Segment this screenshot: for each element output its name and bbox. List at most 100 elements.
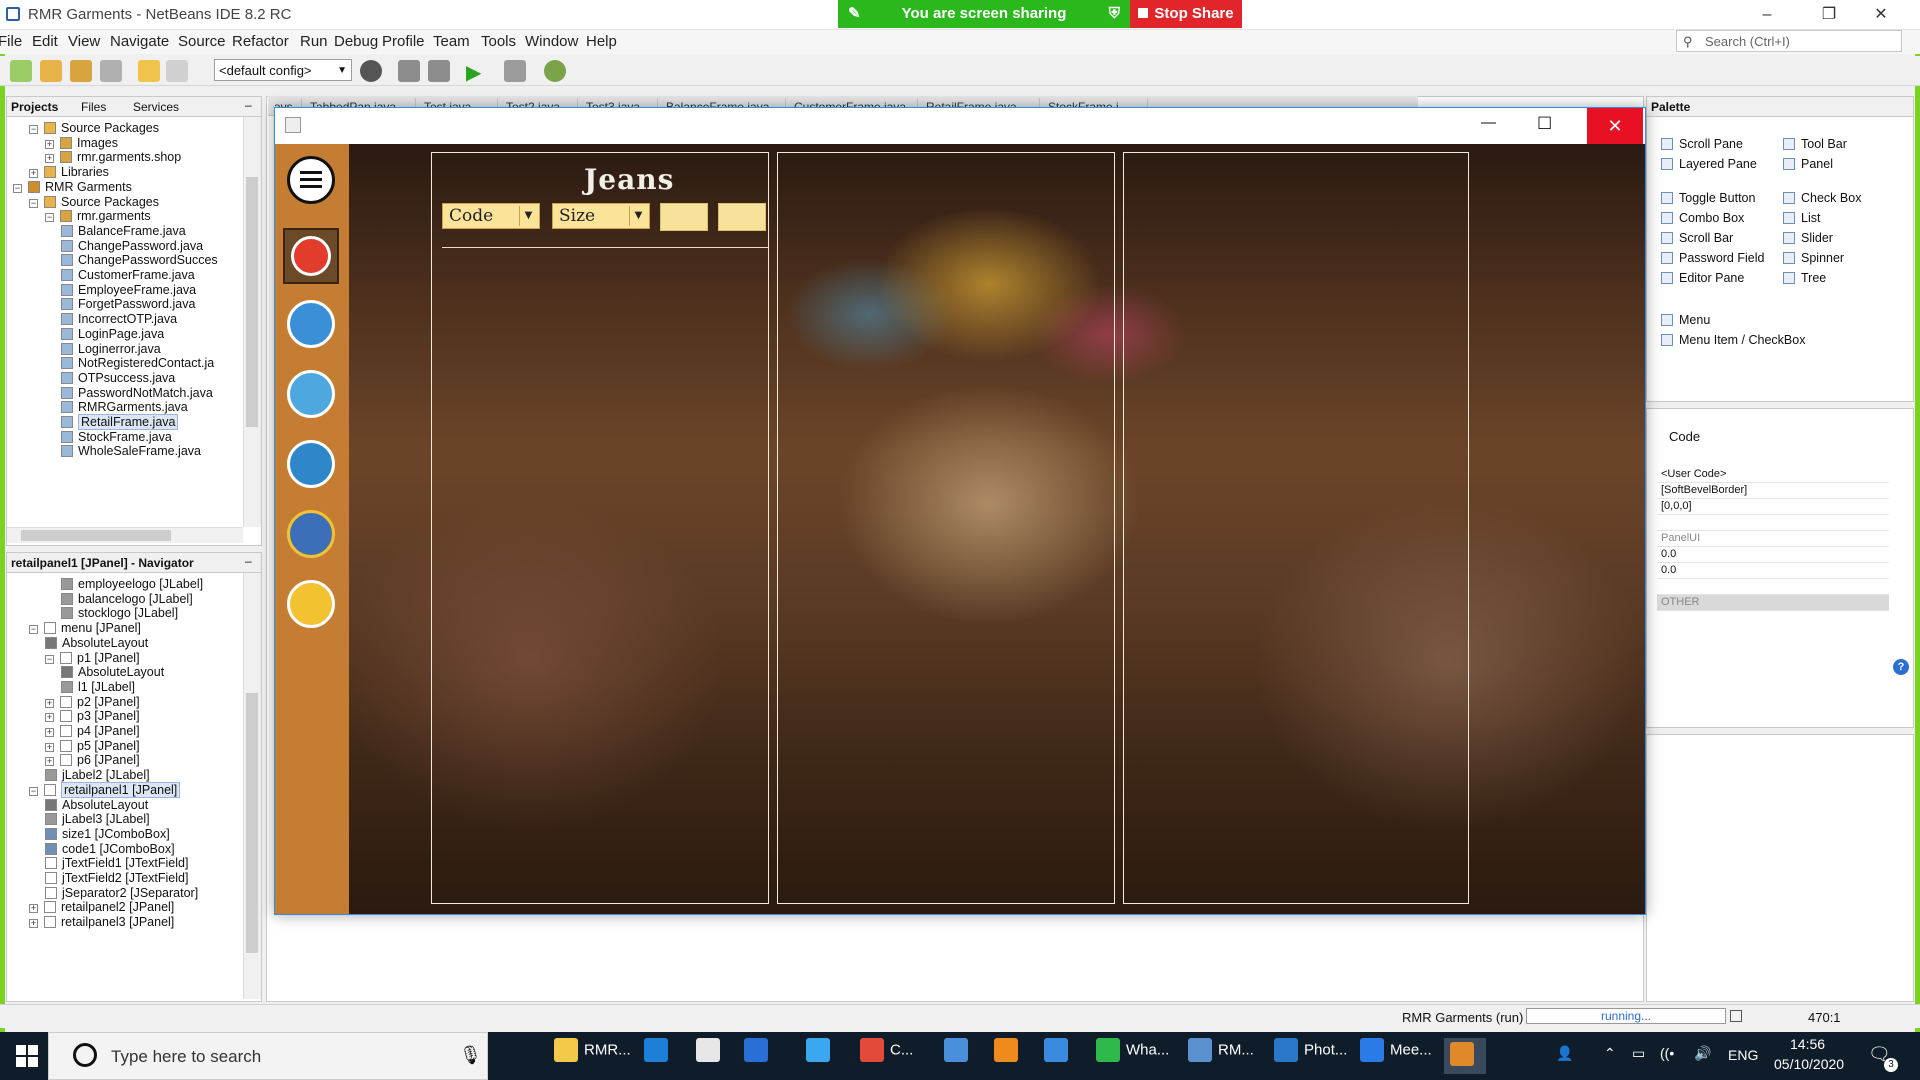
text-field-1[interactable] xyxy=(660,203,708,231)
help-icon[interactable]: ? xyxy=(1893,659,1909,675)
menu-item[interactable]: Run xyxy=(300,33,328,50)
expand-icon[interactable]: + xyxy=(29,919,38,929)
expand-icon[interactable]: + xyxy=(29,904,38,914)
taskbar-app[interactable]: RMR... xyxy=(554,1038,631,1074)
property-row[interactable] xyxy=(1657,515,1889,531)
menu-icon[interactable] xyxy=(287,156,335,204)
stop-share-button[interactable]: Stop Share xyxy=(1130,0,1242,28)
collapse-icon[interactable]: − xyxy=(29,625,38,635)
people-icon[interactable]: 👤 xyxy=(1556,1045,1573,1062)
battery-icon[interactable]: ▭ xyxy=(1632,1045,1645,1062)
collapse-icon[interactable]: − xyxy=(29,786,38,796)
menu-item[interactable]: Edit xyxy=(32,33,58,50)
properties-tab-code[interactable]: Code xyxy=(1669,429,1700,444)
palette-item[interactable]: Editor Pane xyxy=(1661,271,1744,285)
projects-scrollbar[interactable] xyxy=(243,117,261,527)
new-file-icon[interactable] xyxy=(10,60,32,82)
palette-item[interactable]: Password Field xyxy=(1661,251,1764,265)
wholesale-icon[interactable] xyxy=(287,300,335,348)
taskbar-app[interactable]: C... xyxy=(860,1038,913,1074)
taskbar-app[interactable]: Mee... xyxy=(1360,1038,1432,1074)
tree-item[interactable]: WholeSaleFrame.java xyxy=(61,442,201,460)
tab-projects[interactable]: Projects xyxy=(11,100,58,114)
menu-item[interactable]: View xyxy=(68,33,100,50)
taskbar-app[interactable]: RM... xyxy=(1188,1038,1254,1074)
taskbar-app[interactable] xyxy=(744,1038,774,1074)
property-row[interactable]: [0,0,0] xyxy=(1657,499,1889,515)
property-row[interactable]: 0.0 xyxy=(1657,563,1889,579)
microphone-icon[interactable]: 🎙 xyxy=(459,1045,482,1066)
palette-item[interactable]: Layered Pane xyxy=(1661,157,1757,171)
menu-item[interactable]: Source xyxy=(178,33,226,50)
menu-item[interactable]: File xyxy=(0,33,22,50)
panel-minimize-button[interactable]: – xyxy=(245,98,252,112)
clean-build-icon[interactable] xyxy=(428,60,450,82)
expand-icon[interactable]: + xyxy=(45,698,54,708)
menu-item[interactable]: Refactor xyxy=(232,33,289,50)
palette-item[interactable]: Toggle Button xyxy=(1661,191,1755,205)
taskbar-app[interactable] xyxy=(944,1038,974,1074)
text-field-2[interactable] xyxy=(718,203,766,231)
profile-icon[interactable] xyxy=(544,60,566,82)
collapse-icon[interactable]: − xyxy=(13,183,22,193)
taskbar-app[interactable]: Phot... xyxy=(1274,1038,1347,1074)
app-minimize-button[interactable]: — xyxy=(1481,114,1496,131)
clock-time[interactable]: 14:56 xyxy=(1790,1036,1825,1052)
open-project-icon[interactable] xyxy=(70,60,92,82)
menu-item[interactable]: Profile xyxy=(382,33,425,50)
close-button[interactable]: ✕ xyxy=(1858,0,1904,30)
palette-item[interactable]: Scroll Pane xyxy=(1661,137,1743,151)
collapse-icon[interactable]: − xyxy=(29,198,38,208)
volume-icon[interactable]: 🔊 xyxy=(1694,1045,1711,1062)
new-project-icon[interactable] xyxy=(40,60,62,82)
collapse-icon[interactable]: − xyxy=(45,654,54,664)
stock-icon[interactable] xyxy=(287,510,335,558)
palette-item[interactable]: Spinner xyxy=(1783,251,1844,265)
expand-icon[interactable]: + xyxy=(45,757,54,767)
network-icon[interactable]: ((• xyxy=(1660,1045,1674,1061)
config-select[interactable]: <default config> ▼ xyxy=(214,59,352,81)
language-indicator[interactable]: ENG xyxy=(1728,1047,1758,1063)
palette-item[interactable]: Tool Bar xyxy=(1783,137,1847,151)
palette-item[interactable]: Slider xyxy=(1783,231,1833,245)
customer-icon[interactable] xyxy=(287,370,335,418)
debug-icon[interactable] xyxy=(504,60,526,82)
tree-item[interactable]: + retailpanel3 [JPanel] xyxy=(29,913,174,931)
minimize-button[interactable]: – xyxy=(1744,0,1790,30)
redo-icon[interactable] xyxy=(166,60,188,82)
property-row[interactable]: <User Code> xyxy=(1657,467,1889,483)
palette-item[interactable]: Panel xyxy=(1783,157,1833,171)
expand-icon[interactable]: + xyxy=(45,728,54,737)
menu-item[interactable]: Team xyxy=(433,33,470,50)
code-combobox[interactable]: Code ▼ xyxy=(442,203,540,229)
navigator-minimize-button[interactable]: – xyxy=(245,554,252,568)
taskbar-app[interactable] xyxy=(1044,1038,1074,1074)
palette-item[interactable]: Combo Box xyxy=(1661,211,1744,225)
palette-item[interactable]: Menu xyxy=(1661,313,1710,327)
palette-item[interactable]: Scroll Bar xyxy=(1661,231,1733,245)
collapse-icon[interactable]: − xyxy=(45,213,54,223)
collapse-icon[interactable]: − xyxy=(29,125,38,134)
menu-item[interactable]: Help xyxy=(586,33,617,50)
palette-item[interactable]: Tree xyxy=(1783,271,1826,285)
tab-files[interactable]: Files xyxy=(81,100,106,114)
palette-item[interactable]: List xyxy=(1783,211,1820,225)
expand-icon[interactable]: + xyxy=(45,742,54,752)
run-icon[interactable]: ▶ xyxy=(466,60,481,85)
save-all-icon[interactable] xyxy=(100,60,122,82)
size-combobox[interactable]: Size ▼ xyxy=(552,203,650,229)
stop-process-icon[interactable] xyxy=(1730,1010,1742,1022)
property-row[interactable]: 0.0 xyxy=(1657,547,1889,563)
taskbar-search-box[interactable]: Type here to search 🎙 xyxy=(48,1032,488,1080)
employee-icon[interactable] xyxy=(287,440,335,488)
tray-chevron-icon[interactable]: ⌃ xyxy=(1604,1045,1616,1062)
ide-search-box[interactable]: ⚲ Search (Ctrl+I) xyxy=(1676,30,1902,52)
restore-button[interactable]: ❐ xyxy=(1806,0,1852,30)
palette-item[interactable]: Menu Item / CheckBox xyxy=(1661,333,1805,347)
property-row[interactable]: [SoftBevelBorder] xyxy=(1657,483,1889,499)
property-row[interactable]: OTHER xyxy=(1657,595,1889,611)
scroll-thumb[interactable] xyxy=(246,177,258,427)
property-row[interactable] xyxy=(1657,579,1889,595)
menu-item[interactable]: Navigate xyxy=(110,33,169,50)
retail-tab-selected[interactable] xyxy=(283,228,339,284)
